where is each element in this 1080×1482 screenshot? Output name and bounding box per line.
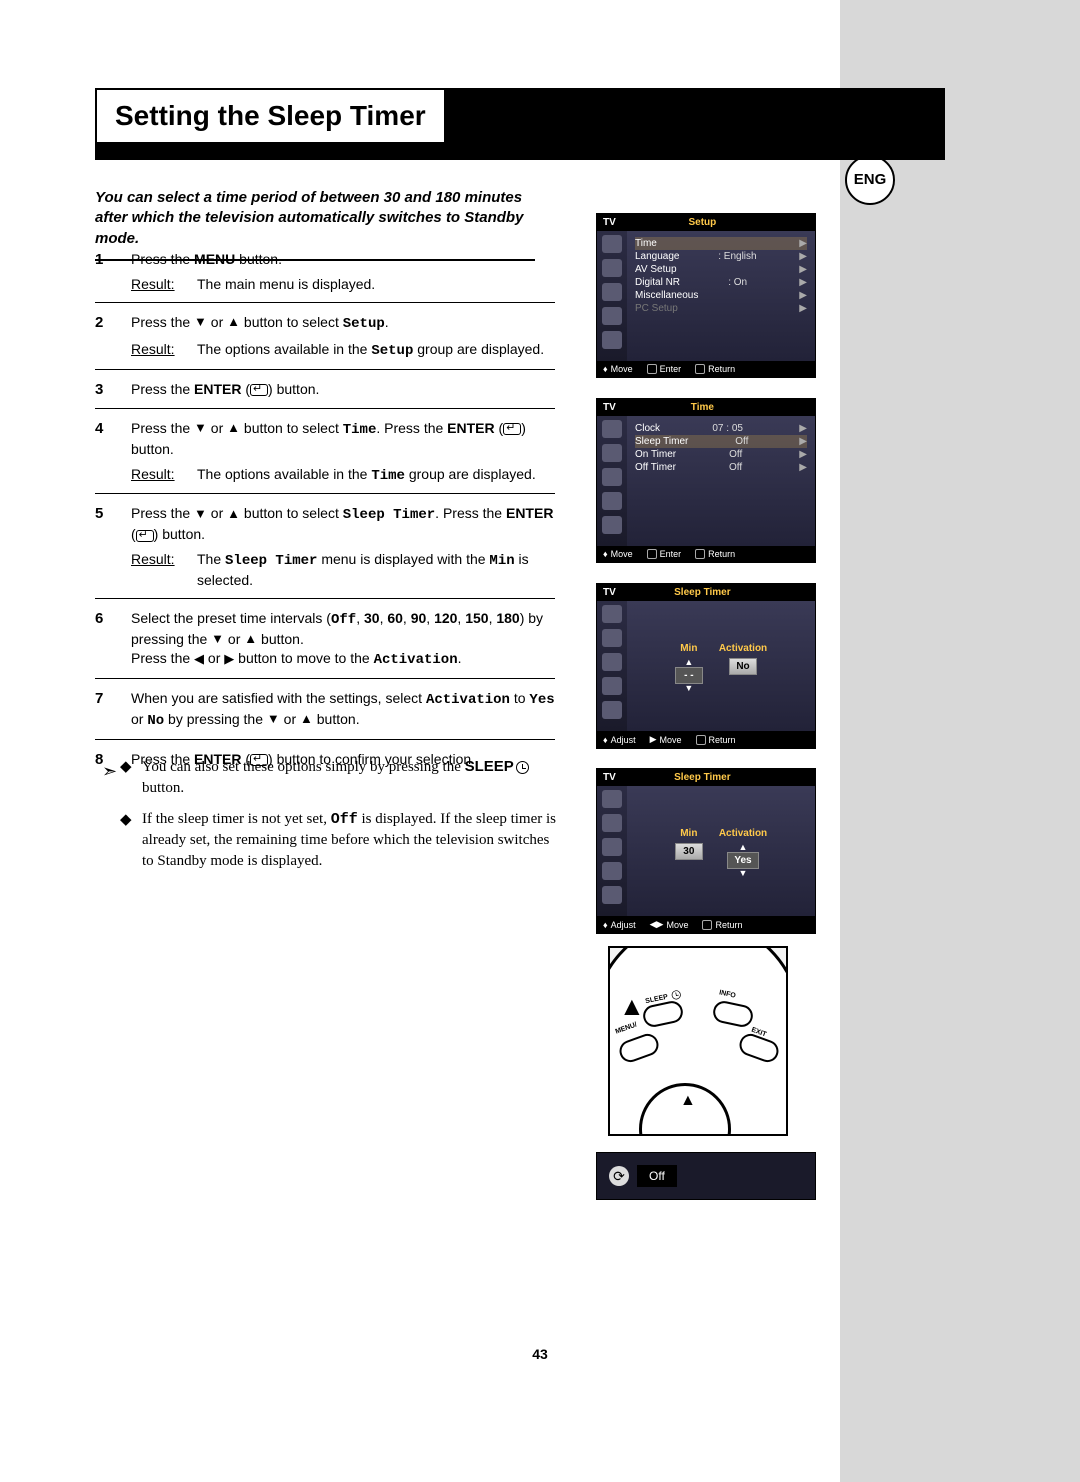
right-triangle-icon: ▶ xyxy=(650,734,657,745)
updown-icon: ♦ xyxy=(603,735,608,745)
osd-sleep-timer-1: TVSleep Timer Min ▲ - - ▼ Activation No xyxy=(596,583,816,749)
osd-side-icon xyxy=(602,420,622,438)
menu-item: Digital NR: On▶ xyxy=(635,276,807,289)
right-triangle-icon: ▶ xyxy=(224,651,234,666)
up-triangle-icon: ▲ xyxy=(680,1092,696,1110)
osd-side-icon xyxy=(602,653,622,671)
up-triangle-icon: ▲ xyxy=(719,843,767,852)
osd-side-icon xyxy=(602,259,622,277)
step-4: 4 Press the ▼ or ▲ button to select Time… xyxy=(95,419,555,495)
osd-side-icon xyxy=(602,307,622,325)
clock-icon xyxy=(516,761,529,774)
step-3: 3 Press the ENTER () button. xyxy=(95,380,555,409)
return-icon xyxy=(695,549,705,559)
page-title: Setting the Sleep Timer xyxy=(97,90,444,144)
updown-icon: ♦ xyxy=(603,920,608,930)
up-triangle-icon: ▲ xyxy=(227,420,240,435)
page-title-bar: Setting the Sleep Timer xyxy=(95,88,945,160)
osd-side-icon xyxy=(602,677,622,695)
menu-item: AV Setup▶ xyxy=(635,263,807,276)
down-triangle-icon: ▼ xyxy=(194,314,207,329)
remote-menu-button xyxy=(616,1031,661,1065)
osd-side-icon xyxy=(602,701,622,719)
min-value: 30 xyxy=(675,843,703,860)
step-2: 2 Press the ▼ or ▲ button to select Setu… xyxy=(95,313,555,370)
menu-item: Language: English▶ xyxy=(635,250,807,263)
down-triangle-icon: ▼ xyxy=(194,506,207,521)
down-triangle-icon: ▼ xyxy=(194,420,207,435)
diamond-bullet-icon: ◆ xyxy=(120,809,142,872)
osd-side-icon xyxy=(602,444,622,462)
menu-item: Sleep TimerOff▶ xyxy=(635,435,807,448)
remote-nav-wheel: ▲ xyxy=(639,1083,731,1136)
notes-block: ➣ ◆ You can also set these options simpl… xyxy=(120,756,560,882)
enter-icon xyxy=(647,549,657,559)
menu-item: Off TimerOff▶ xyxy=(635,461,807,474)
remote-illustration: SLEEP INFO MENU/ EXIT ▲ ▲ xyxy=(608,946,788,1136)
osd-side-icon xyxy=(602,814,622,832)
activation-value: No xyxy=(729,658,757,675)
leftright-icon: ◀▶ xyxy=(650,919,664,930)
down-triangle-icon: ▼ xyxy=(719,869,767,878)
step-5: 5 Press the ▼ or ▲ button to select Slee… xyxy=(95,504,555,599)
down-triangle-icon: ▼ xyxy=(267,711,280,726)
osd-side-icon xyxy=(602,790,622,808)
min-value: - - xyxy=(675,667,703,684)
remote-info-button xyxy=(711,999,755,1029)
return-icon xyxy=(695,364,705,374)
steps-list: 1 Press the MENU button. Result: The mai… xyxy=(95,240,555,784)
osd-side-icon xyxy=(602,235,622,253)
enter-icon xyxy=(250,384,268,396)
up-triangle-icon: ▲ xyxy=(675,658,703,667)
activation-value: Yes xyxy=(727,852,758,869)
osd-side-icon xyxy=(602,886,622,904)
down-triangle-icon: ▼ xyxy=(675,684,703,693)
osd-side-icon xyxy=(602,331,622,349)
down-triangle-icon: ▼ xyxy=(211,631,224,646)
enter-icon xyxy=(503,423,521,435)
enter-icon xyxy=(136,530,154,542)
menu-item: Clock07 : 05▶ xyxy=(635,422,807,435)
osd-sleep-timer-2: TVSleep Timer Min 30 Activation ▲ Yes ▼ xyxy=(596,768,816,934)
step-6: 6 Select the preset time intervals (Off,… xyxy=(95,609,555,679)
left-triangle-icon: ◀ xyxy=(194,651,204,666)
osd-setup: TVSetup Time▶ Language: English▶ AV Setu… xyxy=(596,213,816,378)
return-icon xyxy=(696,735,706,745)
osd-side-icon xyxy=(602,605,622,623)
osd-side-icon xyxy=(602,283,622,301)
menu-item: PC Setup▶ xyxy=(635,302,807,315)
step-1: 1 Press the MENU button. Result: The mai… xyxy=(95,250,555,303)
osd-side-icon xyxy=(602,629,622,647)
osd-side-icon xyxy=(602,468,622,486)
menu-item: On TimerOff▶ xyxy=(635,448,807,461)
menu-item: Time▶ xyxy=(635,237,807,250)
sleep-icon: ⟳ xyxy=(609,1166,629,1186)
page-number: 43 xyxy=(0,1346,1080,1362)
osd-side-icon xyxy=(602,862,622,880)
return-icon xyxy=(702,920,712,930)
osd-side-icon xyxy=(602,516,622,534)
off-value: Off xyxy=(637,1165,677,1187)
osd-side-icon xyxy=(602,492,622,510)
diamond-bullet-icon: ◆ xyxy=(120,756,142,799)
osd-off-indicator: ⟳ Off xyxy=(596,1152,816,1200)
up-triangle-icon: ▲ xyxy=(300,711,313,726)
step-7: 7 When you are satisfied with the settin… xyxy=(95,689,555,740)
osd-time: TVTime Clock07 : 05▶ Sleep TimerOff▶ On … xyxy=(596,398,816,563)
updown-icon: ♦ xyxy=(603,549,608,559)
highlight-arrow-icon: ▲ xyxy=(619,991,645,1022)
updown-icon: ♦ xyxy=(603,364,608,374)
up-triangle-icon: ▲ xyxy=(244,631,257,646)
osd-side-icon xyxy=(602,838,622,856)
language-badge: ENG xyxy=(845,155,895,205)
enter-icon xyxy=(647,364,657,374)
up-triangle-icon: ▲ xyxy=(227,506,240,521)
menu-item: Miscellaneous▶ xyxy=(635,289,807,302)
note-pointer-icon: ➣ xyxy=(102,759,117,784)
up-triangle-icon: ▲ xyxy=(227,314,240,329)
clock-icon xyxy=(671,990,682,1001)
